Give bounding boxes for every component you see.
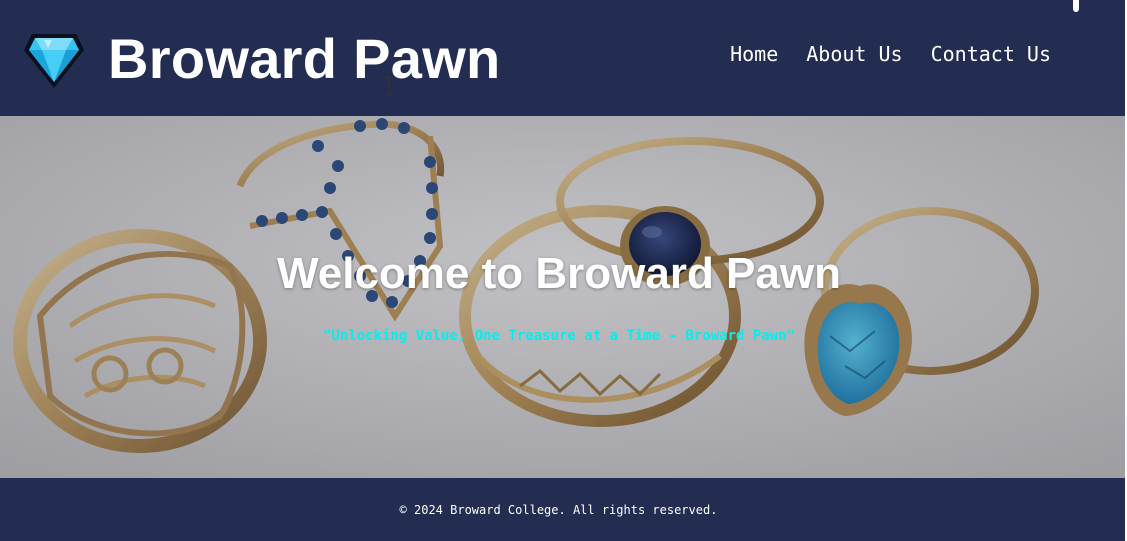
hero-title: Welcome to Broward Pawn <box>277 249 841 298</box>
main-nav: Home About Us Contact Us <box>730 41 1051 67</box>
hero-tagline: "Unlocking Value, One Treasure at a Time… <box>322 328 795 344</box>
copyright-text: © 2024 Broward College. All rights reser… <box>399 503 718 517</box>
nav-home-link[interactable]: Home <box>730 41 778 67</box>
page: Broward Pawn Home About Us Contact Us We… <box>0 0 1127 541</box>
site-header: Broward Pawn Home About Us Contact Us <box>0 0 1125 116</box>
diamond-icon <box>24 34 84 88</box>
nav-about-link[interactable]: About Us <box>806 41 902 67</box>
nav-contact-link[interactable]: Contact Us <box>931 41 1051 67</box>
site-footer: © 2024 Broward College. All rights reser… <box>0 478 1125 541</box>
scrollbar-thumb[interactable] <box>1073 0 1079 12</box>
text-cursor-icon <box>386 76 392 96</box>
brand-title: Broward Pawn <box>108 27 501 90</box>
hero-section: Welcome to Broward Pawn "Unlocking Value… <box>0 116 1125 478</box>
